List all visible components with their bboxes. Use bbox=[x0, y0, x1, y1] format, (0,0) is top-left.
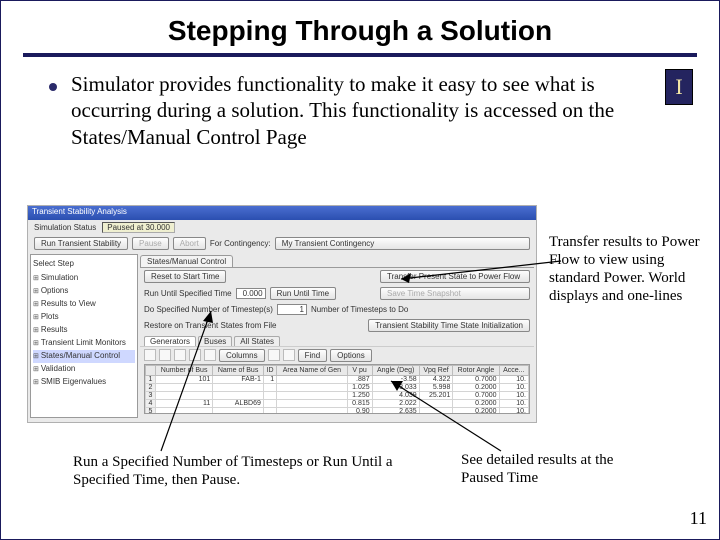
restore-states-label: Restore on Transient States from File bbox=[144, 321, 277, 330]
column-header[interactable]: Acce... bbox=[499, 366, 528, 376]
slide-title: Stepping Through a Solution bbox=[1, 1, 719, 53]
annotation-run-steps: Run a Specified Number of Timesteps or R… bbox=[73, 453, 413, 489]
reset-button[interactable]: Reset to Start Time bbox=[144, 270, 226, 283]
subtab-generators[interactable]: Generators bbox=[144, 336, 196, 346]
find-button[interactable]: Find bbox=[298, 349, 328, 362]
table-row[interactable]: 21.0253.0335.9980.200010. bbox=[146, 384, 529, 392]
table-row[interactable]: 31.2504.03925.2010.700010. bbox=[146, 392, 529, 400]
column-header[interactable]: Number of Bus bbox=[155, 366, 212, 376]
column-header[interactable]: Angle (Deg) bbox=[372, 366, 419, 376]
column-header[interactable]: Name of Bus bbox=[213, 366, 264, 376]
window-titlebar: Transient Stability Analysis bbox=[28, 206, 536, 220]
toolbar-icon[interactable] bbox=[204, 349, 216, 361]
subtab-buses[interactable]: Buses bbox=[198, 336, 232, 346]
column-header[interactable]: Vpq Ref bbox=[419, 366, 453, 376]
pause-button[interactable]: Pause bbox=[132, 237, 169, 250]
do-timesteps-label: Do Specified Number of Timestep(s) bbox=[144, 305, 273, 314]
tab-states-manual[interactable]: States/Manual Control bbox=[140, 255, 233, 267]
tree-header: Select Step bbox=[33, 258, 135, 272]
column-header[interactable]: Area Name of Gen bbox=[277, 366, 347, 376]
app-screenshot: Transient Stability Analysis Simulation … bbox=[27, 205, 537, 423]
columns-button[interactable]: Columns bbox=[219, 349, 265, 362]
for-contingency-label: For Contingency: bbox=[210, 239, 271, 248]
run-until-label: Run Until Specified Time bbox=[144, 289, 232, 298]
table-row[interactable]: 50.902.6350.200010. bbox=[146, 408, 529, 415]
toolbar-icon[interactable] bbox=[174, 349, 186, 361]
results-grid[interactable]: Number of BusName of BusIDArea Name of G… bbox=[144, 364, 530, 414]
state-init-button[interactable]: Transient Stability Time State Initializ… bbox=[368, 319, 530, 332]
transfer-state-button[interactable]: Transfer Present State to Power Flow bbox=[380, 270, 530, 283]
column-header[interactable]: V pu bbox=[347, 366, 372, 376]
table-row[interactable]: 1101FAB-11.887-3.584.3220.700010. bbox=[146, 376, 529, 384]
run-button[interactable]: Run Transient Stability bbox=[34, 237, 128, 250]
tree-node[interactable]: Results bbox=[33, 324, 135, 337]
page-number: 11 bbox=[690, 508, 707, 529]
toolbar-icon[interactable] bbox=[189, 349, 201, 361]
tree-node[interactable]: Transient Limit Monitors bbox=[33, 337, 135, 350]
logo-letter: I bbox=[675, 74, 682, 100]
abort-button[interactable]: Abort bbox=[173, 237, 206, 250]
subtab-all-states[interactable]: All States bbox=[234, 336, 280, 346]
options-button[interactable]: Options bbox=[330, 349, 372, 362]
subtab-strip: Generators Buses All States bbox=[140, 334, 534, 346]
bullet-text: Simulator provides functionality to make… bbox=[71, 71, 679, 150]
timesteps-count-field[interactable]: 1 bbox=[277, 304, 307, 315]
bullet-dot-icon bbox=[49, 83, 57, 91]
tree-node[interactable]: Simulation bbox=[33, 272, 135, 285]
table-row[interactable]: 411ALBD690.8152.0220.200010. bbox=[146, 400, 529, 408]
run-until-time-field[interactable]: 0.000 bbox=[236, 288, 266, 299]
toolbar-icon[interactable] bbox=[144, 349, 156, 361]
tab-strip: States/Manual Control bbox=[140, 254, 534, 268]
annotation-detailed: See detailed results at the Paused Time bbox=[461, 451, 631, 487]
tree-node[interactable]: States/Manual Control bbox=[33, 350, 135, 363]
bullet-item: Simulator provides functionality to make… bbox=[1, 57, 719, 150]
toolbar-icon[interactable] bbox=[159, 349, 171, 361]
contingency-select[interactable]: My Transient Contingency bbox=[275, 237, 530, 250]
annotation-transfer: Transfer results to Power Flow to view u… bbox=[549, 233, 701, 305]
grid-toolbar: Columns Find Options bbox=[140, 346, 534, 364]
toolbar-icon[interactable] bbox=[283, 349, 295, 361]
num-timesteps-label: Number of Timesteps to Do bbox=[311, 305, 408, 314]
column-header[interactable] bbox=[146, 366, 156, 376]
column-header[interactable]: ID bbox=[263, 366, 276, 376]
tree-node[interactable]: Plots bbox=[33, 311, 135, 324]
institution-logo: I bbox=[665, 69, 693, 105]
step-tree[interactable]: Select Step SimulationOptionsResults to … bbox=[30, 254, 138, 418]
save-snapshot-button[interactable]: Save Time Snapshot bbox=[380, 287, 530, 300]
column-header[interactable]: Rotor Angle bbox=[453, 366, 499, 376]
sim-status-value: Paused at 30.000 bbox=[102, 222, 175, 233]
tree-node[interactable]: SMIB Eigenvalues bbox=[33, 376, 135, 389]
tree-node[interactable]: Options bbox=[33, 285, 135, 298]
run-until-time-button[interactable]: Run Until Time bbox=[270, 287, 336, 300]
tree-node[interactable]: Validation bbox=[33, 363, 135, 376]
toolbar-icon[interactable] bbox=[268, 349, 280, 361]
tree-node[interactable]: Results to View bbox=[33, 298, 135, 311]
sim-status-label: Simulation Status bbox=[34, 223, 96, 232]
